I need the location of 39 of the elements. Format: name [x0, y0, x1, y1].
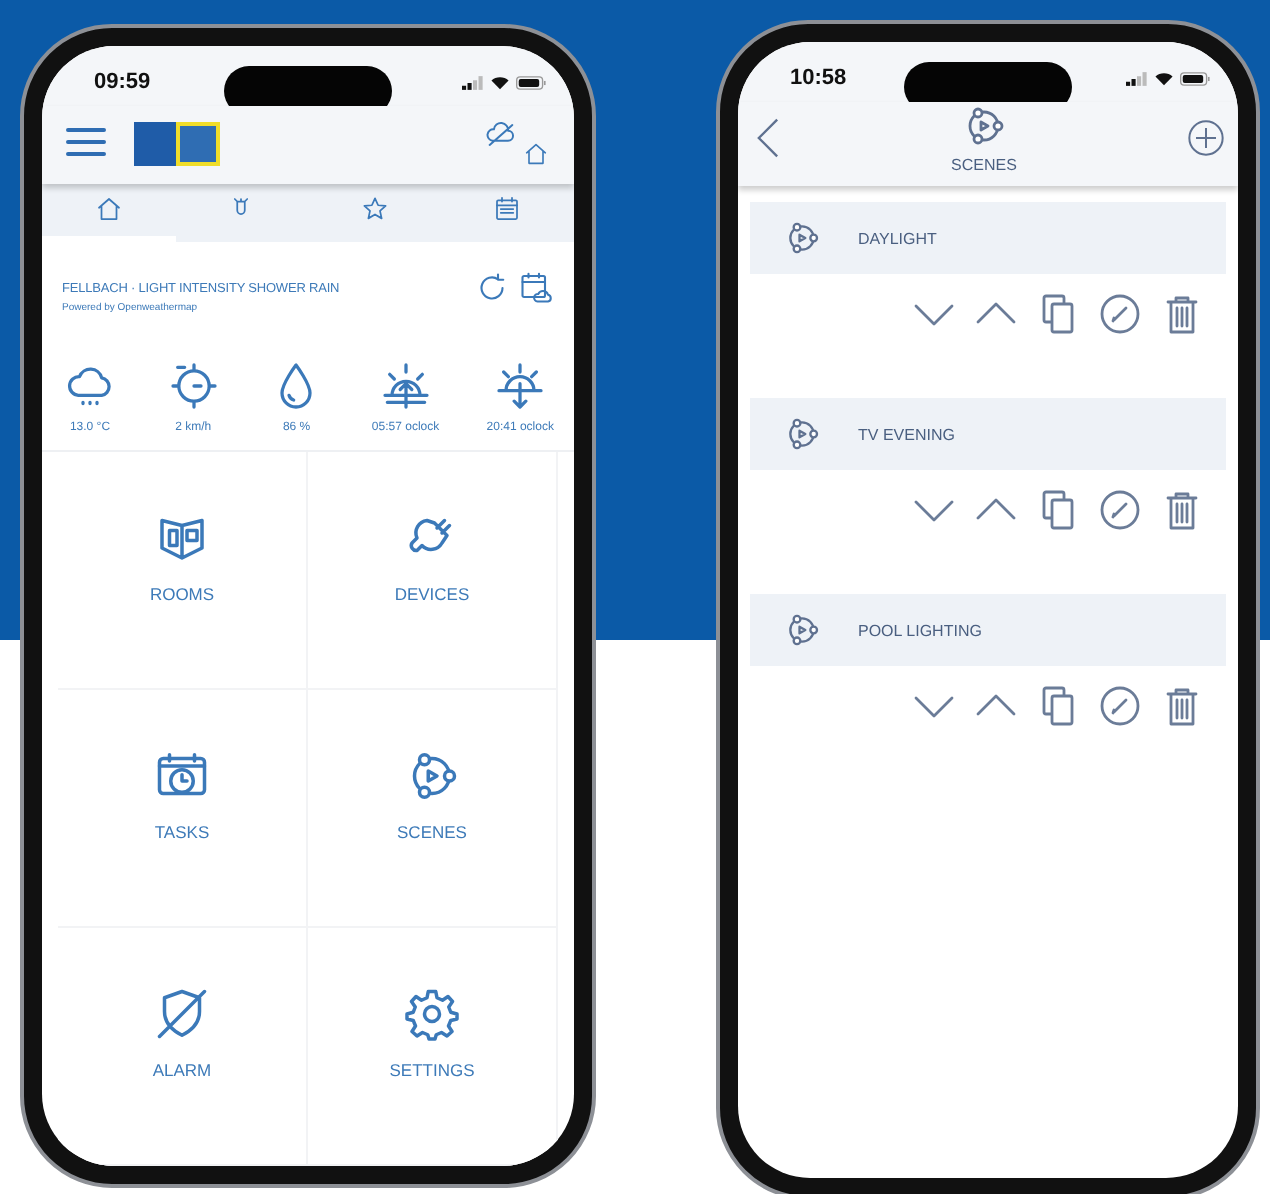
- settings-icon: [402, 984, 462, 1044]
- house-icon: [522, 140, 550, 168]
- scene-name: TV EVENING: [858, 425, 955, 443]
- menu-tile[interactable]: TASKS: [58, 690, 308, 928]
- scene-row[interactable]: DAYLIGHT: [750, 202, 1226, 274]
- menu-button[interactable]: [66, 125, 110, 161]
- scene-name: DAYLIGHT: [858, 229, 937, 247]
- calendar-icon: [492, 194, 523, 224]
- back-button[interactable]: [754, 116, 782, 160]
- star-icon: [359, 194, 390, 224]
- add-button[interactable]: [1186, 118, 1226, 158]
- edit-button[interactable]: [1096, 290, 1144, 338]
- screen-title: SCENES: [951, 156, 1017, 174]
- battery-icon: [516, 75, 546, 89]
- smart-home-logo-icon: [176, 121, 220, 165]
- cloud-off-icon[interactable]: [484, 118, 518, 152]
- signal-icon: [462, 75, 484, 89]
- status-time: 09:59: [94, 70, 151, 94]
- wifi-icon: [1154, 70, 1174, 86]
- calendar-cloud-icon[interactable]: [518, 270, 554, 306]
- edit-button[interactable]: [1096, 682, 1144, 730]
- menu-tile[interactable]: ALARM: [58, 928, 308, 1166]
- menu-tile[interactable]: SETTINGS: [308, 928, 558, 1166]
- signal-icon: [1126, 71, 1148, 85]
- edit-button[interactable]: [1096, 486, 1144, 534]
- brand-logo-icon: [134, 121, 176, 165]
- menu-tile[interactable]: ROOMS: [58, 452, 308, 690]
- wifi-icon: [490, 74, 510, 90]
- menu-tile[interactable]: SCENES: [308, 690, 558, 928]
- status-time: 10:58: [790, 66, 847, 90]
- scene-name: POOL LIGHTING: [858, 621, 982, 639]
- sunset-icon: [492, 358, 549, 414]
- shield-off-icon: [152, 984, 212, 1044]
- scene-row[interactable]: POOL LIGHTING: [750, 594, 1226, 666]
- menu-tile[interactable]: DEVICES: [308, 452, 558, 690]
- house-icon: [93, 194, 124, 224]
- scene-row[interactable]: TV EVENING: [750, 398, 1226, 470]
- battery-icon: [1180, 71, 1210, 85]
- sunrise-icon: [377, 358, 434, 414]
